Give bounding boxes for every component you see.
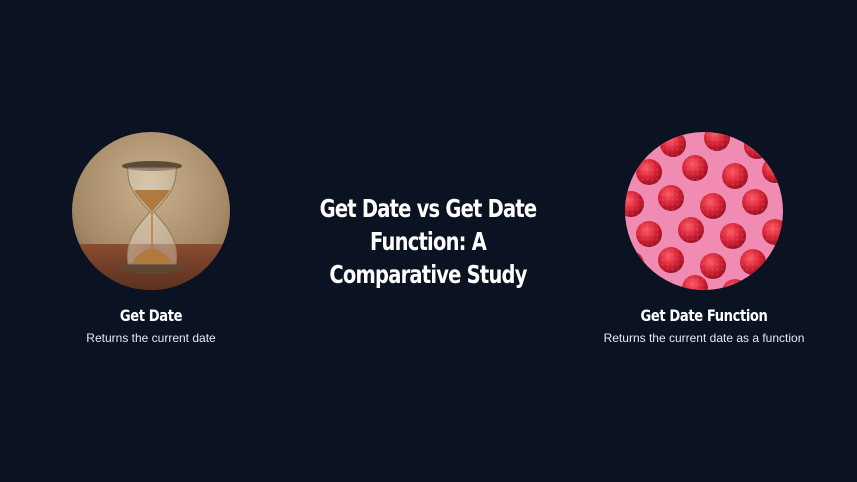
card-description: Returns the current date as a function	[603, 331, 805, 345]
card-title: Get Date	[119, 306, 183, 325]
card-description: Returns the current date	[86, 331, 216, 345]
card-get-date-function: Get Date Function Returns the current da…	[594, 132, 814, 345]
card-title: Get Date Function	[640, 306, 768, 325]
slide-title: Get Date vs Get Date Function: A Compara…	[319, 194, 538, 289]
hourglass-image	[72, 132, 230, 290]
raspberries-image	[625, 132, 783, 290]
raspberries-icon	[625, 132, 783, 290]
slide: Get Date vs Get Date Function: A Compara…	[0, 0, 857, 482]
hourglass-icon	[72, 132, 230, 290]
card-get-date: Get Date Returns the current date	[51, 132, 251, 345]
